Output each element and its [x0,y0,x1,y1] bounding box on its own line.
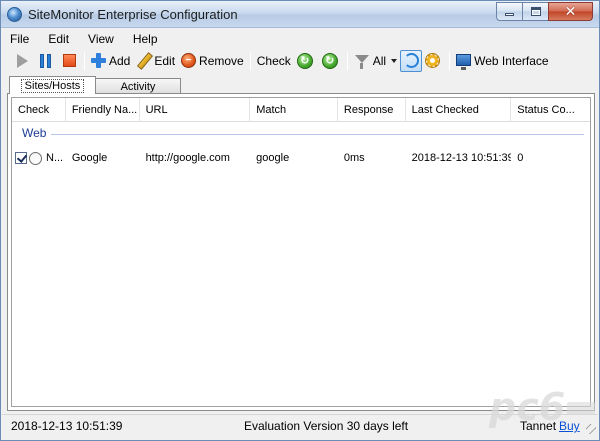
menu-file[interactable]: File [10,32,29,46]
column-header-friendly-name[interactable]: Friendly Na... [66,98,140,122]
check-all-button[interactable]: ↻ [319,50,344,72]
check-button[interactable]: Check [254,50,294,72]
window-controls: ✕ [496,2,593,21]
table-row[interactable]: N... Google http://google.com google 0ms… [12,148,590,168]
column-header-response[interactable]: Response [338,98,406,122]
menu-help[interactable]: Help [133,32,158,46]
check-selected-button[interactable]: ↻ [294,50,319,72]
cell-last-checked: 2018-12-13 10:51:39 [411,152,512,164]
svg-text:pc6: pc6 [488,385,565,428]
edit-label: Edit [154,53,176,68]
group-header[interactable]: Web [12,125,590,143]
filter-icon [354,53,370,69]
remove-icon: − [181,53,197,68]
play-icon [17,53,28,68]
toolbar-separator [249,51,251,70]
title-bar[interactable]: SiteMonitor Enterprise Configuration ✕ [1,1,599,28]
column-header-match[interactable]: Match [250,98,338,122]
maximize-button[interactable] [522,2,549,21]
add-button[interactable]: Add [88,50,133,72]
window-title: SiteMonitor Enterprise Configuration [28,7,238,22]
monitor-icon [456,53,472,70]
tab-sites-hosts[interactable]: Sites/Hosts [9,76,96,94]
stop-icon [63,54,76,67]
minimize-button[interactable] [496,2,523,21]
sync-icon [403,53,419,68]
column-headers: Check Friendly Na... URL Match Response … [12,98,590,122]
app-window: SiteMonitor Enterprise Configuration ✕ F… [0,0,600,441]
column-header-check[interactable]: Check [12,98,66,122]
evaluation-notice: Evaluation Version 30 days left [244,419,409,433]
refresh-all-icon: ↻ [321,52,338,69]
gear-icon [425,53,441,68]
group-label: Web [22,126,52,140]
close-button[interactable]: ✕ [548,2,593,21]
close-icon: ✕ [564,3,577,20]
check-label: Check [256,53,291,68]
column-header-url[interactable]: URL [140,98,251,122]
tab-activity[interactable]: Activity [95,78,181,94]
tab-strip: Sites/Hosts Activity [9,76,181,94]
maximize-icon [530,7,541,16]
tab-label: Sites/Hosts [20,78,85,93]
toolbar-separator [346,51,348,70]
refresh-icon: ↻ [296,52,313,69]
pc6-watermark: pc6 [488,385,595,428]
cell-match: google [256,152,290,164]
cell-friendly-name: Google [71,152,108,164]
pause-button[interactable] [35,50,58,72]
menu-bar: File Edit View Help [2,29,598,48]
toolbar-separator [449,51,451,70]
start-button[interactable] [12,50,35,72]
status-indicator-icon [29,151,42,165]
cell-url: http://google.com [145,152,230,164]
add-label: Add [109,53,131,68]
app-icon [7,7,22,22]
menu-edit[interactable]: Edit [48,32,69,46]
cell-check: N... [12,151,66,165]
toolbar: Add Edit − Remove Check ↻ ↻ All Web Inte… [2,48,598,73]
cell-status-code: 0 [517,152,524,164]
remove-button[interactable]: − Remove [178,50,247,72]
column-header-status-code[interactable]: Status Co... [511,98,590,122]
filter-dropdown[interactable]: All [351,50,400,72]
auto-refresh-toggle[interactable] [400,49,423,72]
check-text: N... [46,152,64,164]
group-divider [22,134,584,135]
tab-panel: Check Friendly Na... URL Match Response … [7,93,595,411]
tab-label: Activity [120,80,156,93]
add-icon [91,53,106,68]
menu-view[interactable]: View [88,32,114,46]
minimize-icon [505,13,514,16]
column-header-last-checked[interactable]: Last Checked [406,98,512,122]
remove-label: Remove [199,53,244,68]
status-time: 2018-12-13 10:51:39 [11,419,123,433]
enabled-checkbox[interactable] [15,152,27,164]
web-interface-label: Web Interface [474,53,549,68]
pencil-icon [136,53,151,68]
cell-response: 0ms [343,152,365,164]
web-interface-button[interactable]: Web Interface [453,50,551,72]
edit-button[interactable]: Edit [133,50,178,72]
pause-icon [40,53,51,68]
filter-label: All [372,53,387,68]
sites-list[interactable]: Check Friendly Na... URL Match Response … [11,97,591,407]
settings-button[interactable] [422,50,446,72]
stop-button[interactable] [58,50,81,72]
chevron-down-icon [391,58,398,63]
toolbar-separator [84,51,85,70]
